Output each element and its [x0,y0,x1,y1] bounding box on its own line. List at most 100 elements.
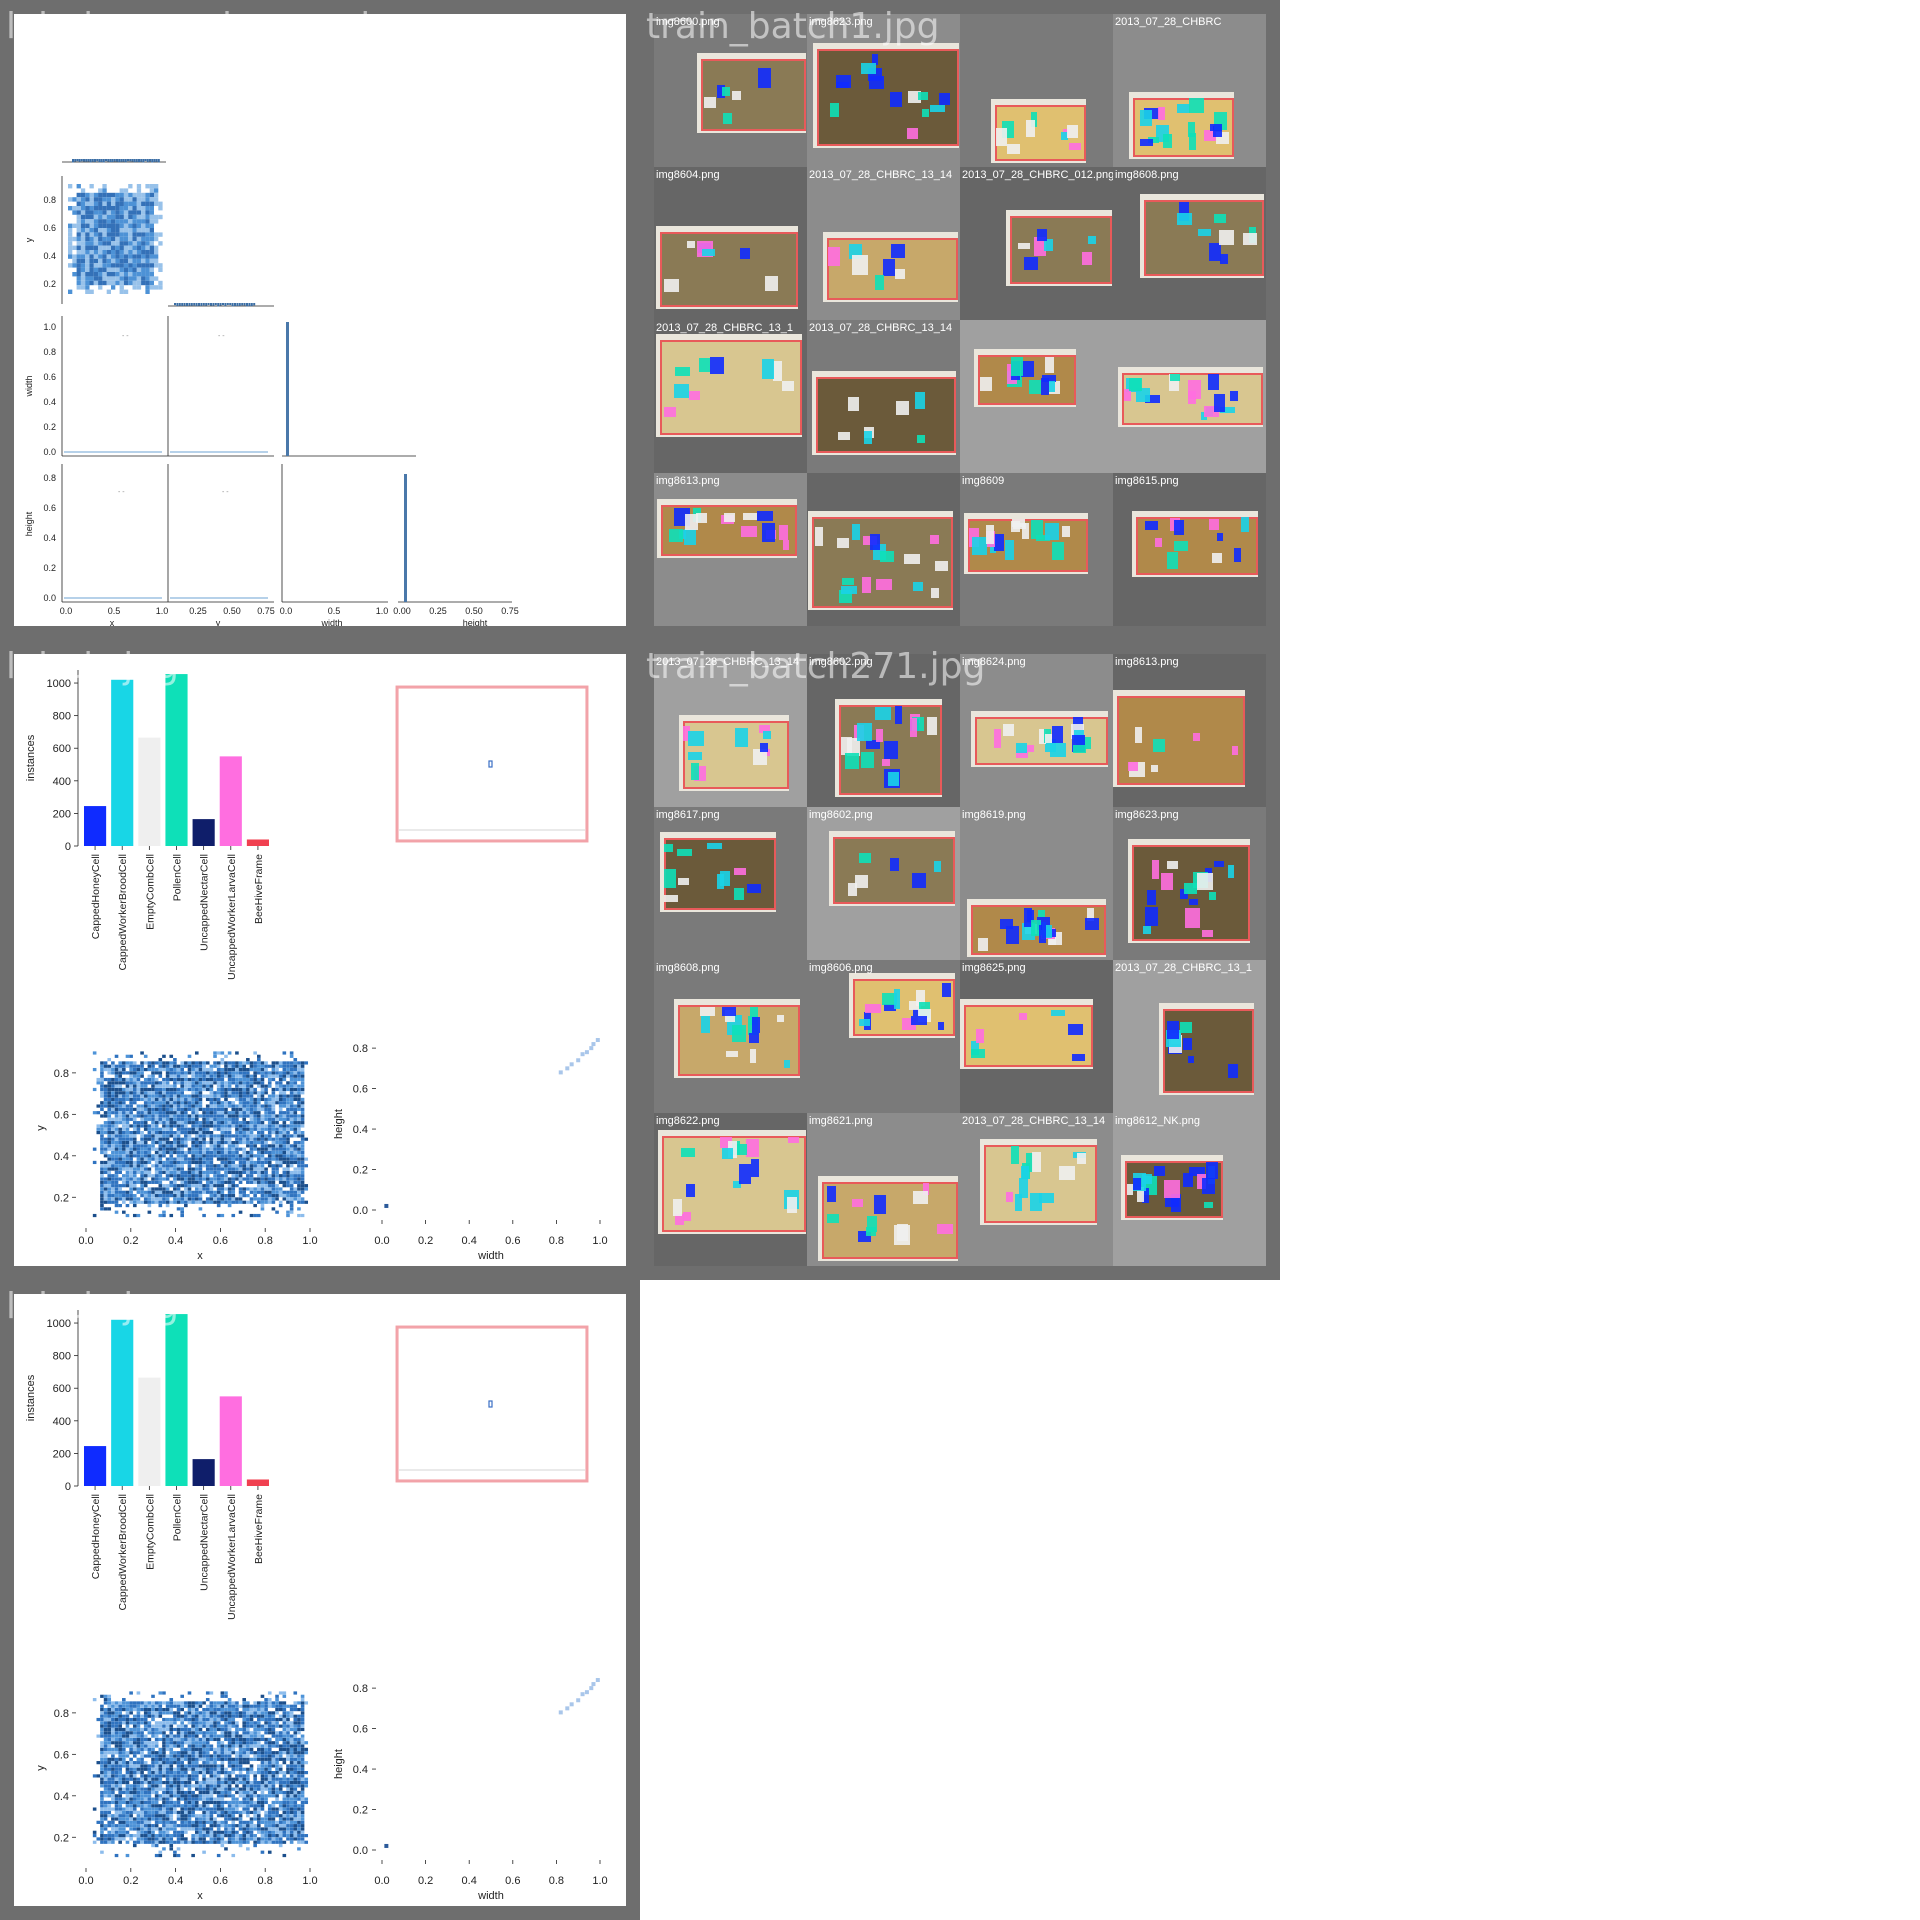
heatmap-cell [227,1117,232,1121]
heatmap-cell [154,1194,159,1198]
heatmap-cell [180,1131,184,1135]
heatmap-cell [114,1777,119,1781]
heatmap-cell [293,1187,298,1191]
heatmap-cell [162,1140,166,1145]
density-cell [145,245,150,250]
heatmap-cell [216,1737,221,1742]
cell-label-box [1067,125,1079,139]
heatmap-cell [103,1127,108,1131]
heatmap-cell [289,1097,294,1102]
heatmap-cell [176,1071,181,1075]
corr-col-label: width [320,618,342,626]
heatmap-cell [235,1131,239,1135]
heatmap-cell [220,1174,225,1178]
heatmap-cell [165,1737,170,1742]
heatmap-cell [162,1727,166,1732]
heatmap-cell [173,1071,177,1075]
heatmap-cell [253,1127,257,1131]
heatmap-cell [122,1780,126,1785]
heatmap-cell [132,1780,137,1785]
heatmap-cell [140,1087,144,1092]
batch-cell [960,14,1114,168]
heatmap-cell [180,1807,184,1811]
heatmap-cell [118,1194,122,1198]
heatmap-cell [162,1147,166,1151]
heatmap-cell [224,1727,228,1732]
heatmap-cell [235,1107,239,1111]
heatmap-cell [289,1074,294,1078]
scatter-point [576,1058,581,1063]
heatmap-cell [278,1200,283,1204]
heatmap-cell [165,1701,170,1705]
density-cell [80,192,86,198]
heatmap-cell [180,1091,184,1095]
heatmap-cell [136,1747,141,1751]
heatmap-cell [257,1187,261,1191]
heatmap-cell [169,1144,174,1148]
heatmap-cell [107,1097,112,1102]
density-cell [80,236,86,242]
cell-label-box [743,513,757,520]
cell-label-box [910,717,918,737]
heatmap-cell [271,1094,276,1098]
heatmap-cell [158,1774,163,1778]
heatmap-cell [286,1194,290,1198]
density-cell [89,184,94,189]
heatmap-cell [271,1124,276,1128]
density-cell [115,241,120,246]
heatmap-cell [191,1724,195,1728]
density-cell [154,232,159,237]
heatmap-cell [282,1051,287,1055]
hist-bar-x [83,159,85,162]
heatmap-cell [162,1800,166,1805]
heatmap-cell [125,1180,130,1184]
hist-bar-y [231,303,234,307]
heatmap-cell [187,1824,192,1828]
heatmap-cell [191,1804,195,1808]
heatmap-cell [267,1094,272,1098]
density-cell [89,276,94,281]
heatmap-cell [154,1121,159,1125]
heatmap-cell [147,1117,152,1121]
heatmap-cell [187,1084,192,1088]
heatmap-cell [216,1051,221,1055]
heatmap-cell [231,1061,236,1065]
heatmap-cell [103,1114,108,1118]
corr-col-label: height [463,618,488,626]
heatmap-cell [165,1074,170,1078]
heatmap-cell [147,1764,152,1768]
heatmap-cell [103,1184,108,1188]
heatmap-cell [136,1731,141,1735]
heatmap-cell [257,1124,261,1128]
heatmap-cell [147,1787,152,1791]
heatmap-cell [264,1160,268,1165]
density-cell [128,272,133,277]
heatmap-cell [100,1777,104,1781]
bar-CappedHoneyCell [84,806,107,846]
scatter-y-tick-label: 0.6 [353,1084,368,1096]
heatmap-cell [136,1077,141,1082]
heatmap-cell [173,1830,177,1834]
heatmap-cell [194,1741,199,1745]
heatmap-cell [198,1121,203,1125]
heatmap-cell [231,1197,236,1201]
heatmap-cell [100,1140,104,1145]
heatmap-cell [220,1160,225,1165]
heatmap-cell [147,1827,152,1831]
heatmap-cell [231,1087,236,1092]
heatmap-cell [242,1194,247,1198]
scatter-point [589,1046,594,1051]
density-cell [80,219,86,224]
heatmap-cell [275,1081,279,1085]
heatmap-cell [147,1777,152,1781]
density-cell [89,192,94,198]
density-cell [85,219,90,224]
heatmap-cell [202,1797,206,1801]
density-cell [145,236,150,242]
heatmap-cell [213,1111,217,1115]
heatmap-cell [180,1737,184,1742]
heatmap-cell [169,1117,174,1121]
heatmap-cell [147,1210,152,1214]
heatmap-cell [162,1121,166,1125]
heatmap-cell [187,1064,192,1068]
